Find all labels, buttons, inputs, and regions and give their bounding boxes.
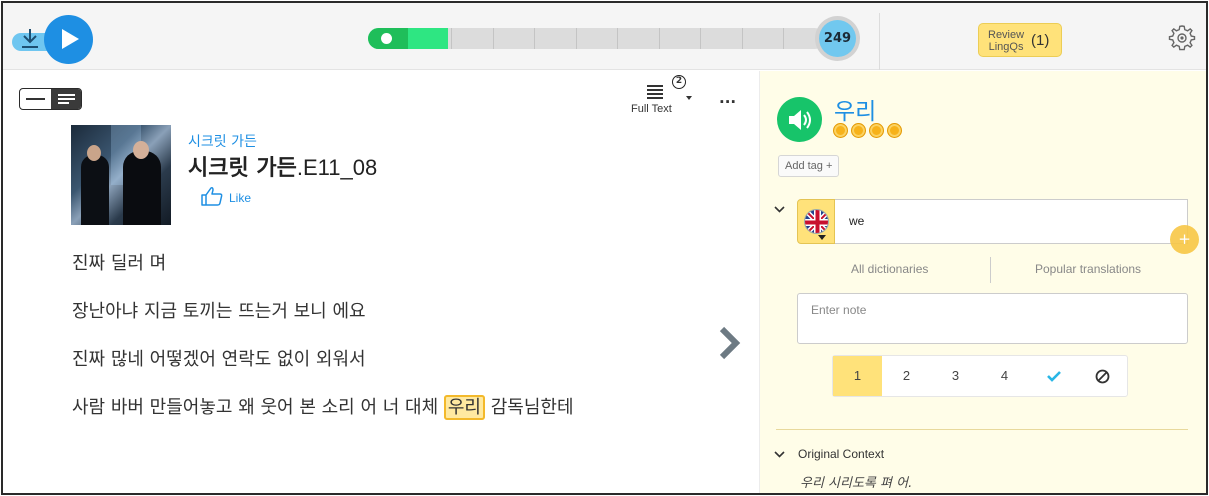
known-button[interactable]: [1029, 356, 1078, 396]
full-text-icon: [647, 85, 663, 99]
review-lingqs-count: (1): [1031, 32, 1050, 49]
lesson-line[interactable]: 진짜 많네 어떻겠어 연락도 없이 외워서: [72, 345, 366, 371]
chevron-down-icon: [818, 235, 826, 240]
player-bar: 249 Review LingQs (1): [3, 3, 1206, 70]
speaker-icon: [789, 110, 811, 130]
progress-segment-divider: [700, 28, 701, 49]
dictionary-tabs: All dictionaries Popular translations: [760, 257, 1206, 283]
status-selector: 1 2 3 4: [832, 355, 1128, 397]
page-mode-button[interactable]: [51, 89, 81, 109]
more-options-icon[interactable]: ...: [719, 89, 736, 107]
highlighted-word[interactable]: 우리: [443, 395, 485, 420]
term-popularity-stars: [833, 123, 907, 138]
course-title-link[interactable]: 시크릿 가든: [188, 131, 257, 151]
full-text-dropdown[interactable]: 2 Full Text: [625, 75, 695, 121]
progress-segment-divider: [576, 28, 577, 49]
popularity-coin-icon: [851, 123, 866, 138]
lingq-count-badge: 249: [819, 20, 856, 57]
gear-icon[interactable]: [1167, 23, 1197, 53]
lesson-line[interactable]: 사람 바버 만들어놓고 왜 웃어 본 소리 어 너 대체 우리 감독님한테: [72, 393, 574, 420]
chevron-down-icon: [686, 96, 692, 100]
pronounce-button[interactable]: [777, 97, 822, 142]
ignore-icon: [1095, 369, 1110, 384]
original-context-title[interactable]: Original Context: [798, 447, 884, 461]
view-mode-badge: 2: [672, 75, 686, 89]
original-context-text: 우리 시리도록 펴 어.: [800, 476, 913, 491]
dictionary-divider: [990, 257, 991, 283]
progress-segment-divider: [534, 28, 535, 49]
ignore-button[interactable]: [1078, 356, 1127, 396]
progress-segment-divider: [742, 28, 743, 49]
layout-toggle[interactable]: [19, 88, 82, 110]
lesson-line[interactable]: 장난아냐 지금 토끼는 뜨는거 보니 에요: [72, 297, 366, 323]
lesson-progress-bar[interactable]: [368, 28, 825, 49]
lesson-title: 시크릿 가든.E11_08: [188, 155, 378, 181]
chevron-down-icon[interactable]: [774, 206, 785, 213]
status-1-button[interactable]: 1: [833, 356, 882, 396]
language-selector[interactable]: [797, 199, 835, 244]
status-3-button[interactable]: 3: [931, 356, 980, 396]
full-text-label: Full Text: [631, 103, 672, 115]
progress-knob[interactable]: [381, 33, 392, 44]
meaning-field[interactable]: we: [835, 199, 1188, 244]
chevron-down-icon[interactable]: [774, 451, 785, 458]
all-dictionaries-link[interactable]: All dictionaries: [851, 262, 928, 276]
lesson-line[interactable]: 진짜 딜러 며: [72, 249, 166, 275]
selected-term: 우리: [834, 99, 877, 125]
thumbs-up-icon: [201, 187, 223, 206]
status-4-button[interactable]: 4: [980, 356, 1029, 396]
app-window: 249 Review LingQs (1) 2 Full Text ... 시크…: [1, 1, 1208, 495]
next-page-arrow-icon[interactable]: [718, 325, 742, 361]
sentence-mode-button[interactable]: [20, 89, 51, 109]
like-label: Like: [229, 191, 252, 205]
word-sidebar: 우리 Add tag + we + All dictionaries Popul…: [759, 71, 1206, 493]
progress-segment-divider: [493, 28, 494, 49]
progress-segment-divider: [451, 28, 452, 49]
check-icon: [1046, 371, 1061, 382]
progress-segment-divider: [659, 28, 660, 49]
review-lingqs-button[interactable]: Review LingQs (1): [978, 23, 1062, 57]
progress-segment-divider: [783, 28, 784, 49]
review-lingqs-label: Review LingQs: [988, 29, 1025, 53]
section-divider: [776, 429, 1188, 430]
play-button[interactable]: [44, 15, 93, 64]
topbar-divider: [879, 13, 880, 70]
add-tag-button[interactable]: Add tag +: [778, 155, 840, 177]
add-meaning-button[interactable]: +: [1170, 225, 1199, 254]
popularity-coin-icon: [869, 123, 884, 138]
note-input[interactable]: [797, 293, 1188, 344]
status-2-button[interactable]: 2: [882, 356, 931, 396]
popular-translations-link[interactable]: Popular translations: [1035, 262, 1141, 276]
reader-pane: 2 Full Text ... 시크릿 가든 시크릿 가든.E11_08 Lik…: [3, 71, 759, 493]
popularity-coin-icon: [833, 123, 848, 138]
popularity-coin-icon: [887, 123, 902, 138]
download-icon[interactable]: [19, 27, 41, 51]
play-icon: [62, 29, 79, 49]
progress-segment-divider: [617, 28, 618, 49]
lesson-thumbnail: [71, 125, 171, 225]
uk-flag-icon: [804, 209, 829, 234]
lingq-count-ring: 249: [815, 16, 860, 61]
